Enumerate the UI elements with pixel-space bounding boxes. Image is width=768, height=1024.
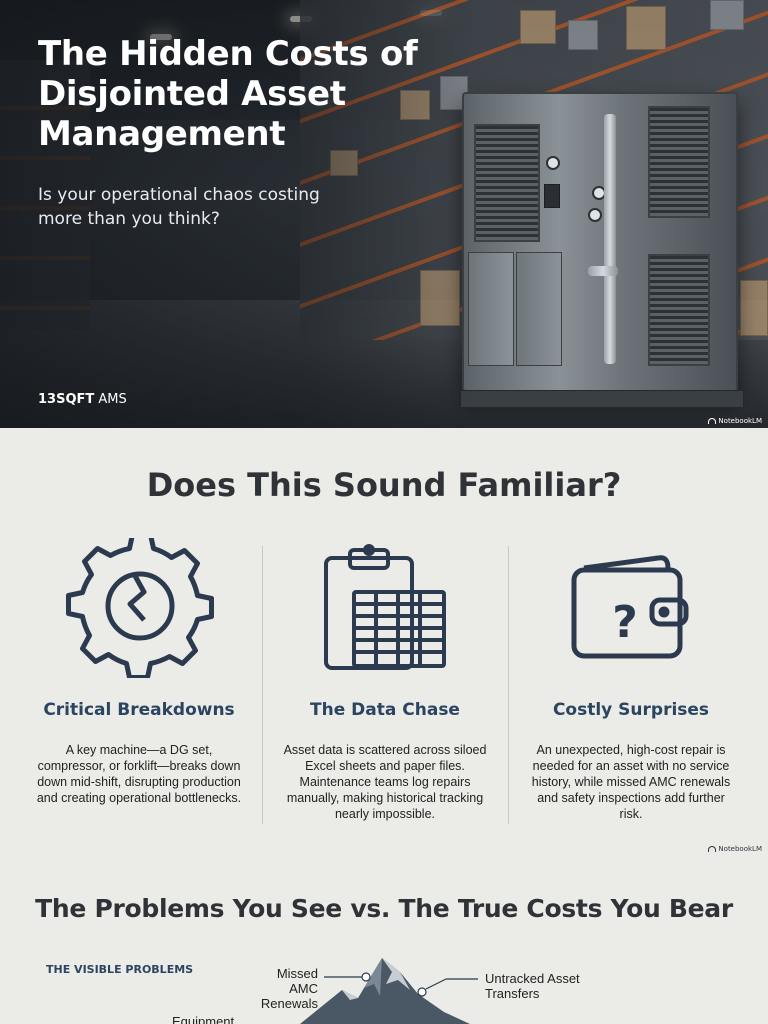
broken-gear-icon bbox=[66, 532, 214, 680]
notebooklm-watermark: NotebookLM bbox=[708, 845, 762, 853]
watermark-text: NotebookLM bbox=[718, 845, 762, 853]
card-description: A key machine—a DG set, compressor, or f… bbox=[36, 743, 242, 805]
iceberg-label: Equipment bbox=[172, 1014, 235, 1024]
card-title: Critical Breakdowns bbox=[43, 700, 235, 720]
hero-subtitle: Is your operational chaos costing more t… bbox=[38, 185, 320, 229]
card-description: Asset data is scattered across siloed Ex… bbox=[283, 743, 487, 821]
hero-slide: The Hidden Costs of Disjointed Asset Man… bbox=[0, 0, 768, 428]
card-title: Costly Surprises bbox=[552, 700, 710, 720]
clipboard-spreadsheet-icon bbox=[324, 544, 446, 670]
brand-name: 13SQFT bbox=[38, 392, 95, 407]
card-title: The Data Chase bbox=[310, 700, 460, 720]
section-heading: Does This Sound Familiar? bbox=[146, 466, 622, 504]
hero-title: The Hidden Costs of Disjointed Asset Man… bbox=[38, 34, 418, 154]
brand-suffix: AMS bbox=[94, 392, 127, 407]
notebooklm-watermark: NotebookLM bbox=[708, 417, 762, 425]
iceberg-label: Untracked Asset Transfers bbox=[485, 971, 580, 1001]
watermark-text: NotebookLM bbox=[718, 417, 762, 425]
notebooklm-icon bbox=[708, 418, 717, 424]
iceberg-label: Missed AMC Renewals bbox=[260, 966, 318, 1011]
card-description: An unexpected, high-cost repair is neede… bbox=[531, 743, 731, 821]
notebooklm-icon bbox=[708, 846, 717, 852]
costs-slide: The Problems You See vs. The True Costs … bbox=[0, 860, 768, 1024]
svg-text:?: ? bbox=[612, 597, 638, 648]
brand-label: 13SQFT AMS bbox=[38, 392, 127, 407]
familiar-slide: Does This Sound Familiar? Critical Break… bbox=[0, 428, 768, 860]
wallet-question-icon: ? bbox=[571, 555, 689, 659]
iceberg-mountain-illustration bbox=[300, 958, 478, 1024]
